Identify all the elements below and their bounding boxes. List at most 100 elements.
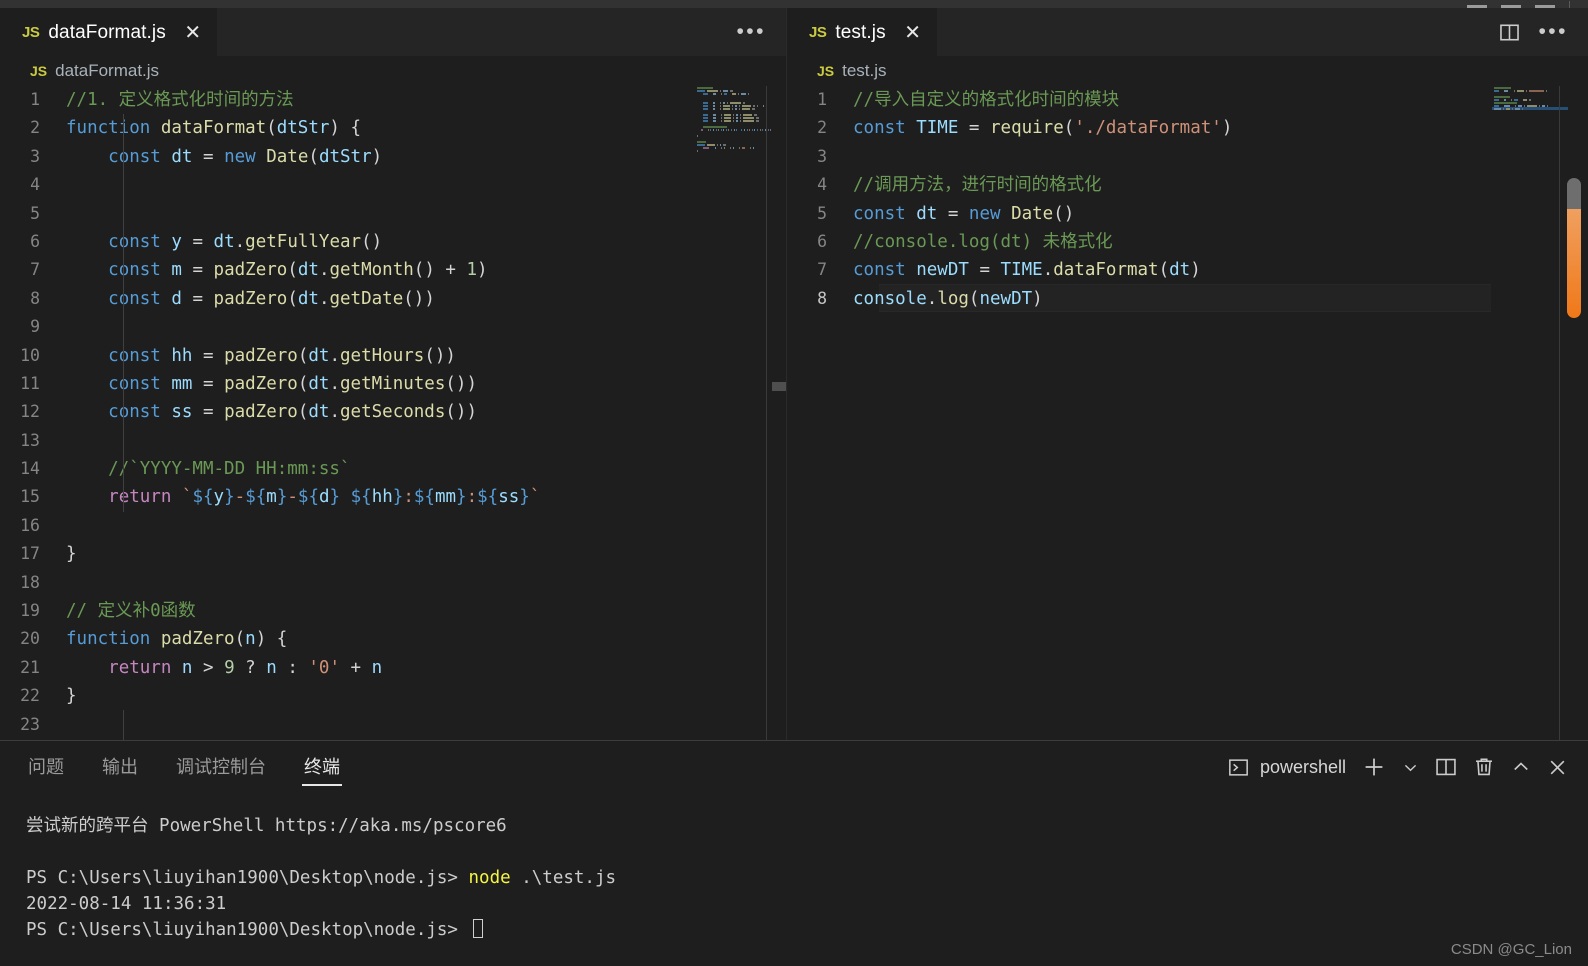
line-number: 3 [30,146,40,166]
code-line: 8 console.log(newDT) [787,285,1232,313]
panel-tab-terminal[interactable]: 终端 [302,749,342,786]
tab-dataformat-js[interactable]: JS dataFormat.js ✕ [0,8,217,56]
code-line: 16 [0,512,540,540]
code-line: 9 [0,313,540,341]
editor-scrollbar-right[interactable] [1567,86,1581,740]
line-number: 21 [20,657,40,677]
code-text: const dt = new Date(dtStr) [108,146,383,167]
breadcrumb-left[interactable]: JS dataFormat.js [0,56,786,86]
line-number: 6 [30,231,40,251]
code-line: 7 const newDT = TIME.dataFormat(dt) [787,256,1232,284]
code-text: } [66,686,77,707]
line-number: 8 [30,288,40,308]
line-number: 13 [20,430,40,450]
code-text: const y = dt.getFullYear() [108,231,383,252]
code-line: 19 // 定义补0函数 [0,597,540,625]
code-line: 8 const d = padZero(dt.getDate()) [0,285,540,313]
line-number: 16 [20,515,40,535]
code-viewport-right[interactable]: 1 //导入自定义的格式化时间的模块 2 const TIME = require('… [787,86,1588,740]
line-number: 8 [817,288,827,308]
close-icon[interactable] [1547,757,1568,778]
chevron-up-icon[interactable] [1511,757,1531,777]
terminal-line: 尝试新的跨平台 PowerShell https://aka.ms/pscore… [26,816,507,836]
code-line: 5 [0,200,540,228]
code-text: function padZero(n) { [66,629,288,650]
code-text: const newDT = TIME.dataFormat(dt) [853,260,1201,281]
panel-tab-output[interactable]: 输出 [100,749,140,786]
window-controls [1467,0,1570,8]
code-text: //1. 定义格式化时间的方法 [66,90,294,110]
terminal-line: 2022-08-14 11:36:31 [26,894,227,914]
code-line: 4 [0,171,540,199]
terminal-line: PS C:\Users\liuyihan1900\Desktop\node.js… [26,917,1588,943]
minimap-border-left [766,86,767,740]
code-line: 14 //`YYYY-MM-DD HH:mm:ss` [0,455,540,483]
line-number: 6 [817,231,827,251]
line-number: 9 [30,317,40,337]
code-line: 10 const hh = padZero(dt.getHours()) [0,342,540,370]
ellipsis-icon[interactable]: ••• [736,21,766,41]
minimap-line [695,152,771,155]
minimap-border-right [1559,86,1560,740]
line-number: 20 [20,629,40,649]
code-line: 1 //导入自定义的格式化时间的模块 [787,86,1232,114]
line-number: 14 [20,459,40,479]
split-editor-icon[interactable] [1499,22,1520,43]
code-line: 18 [0,569,540,597]
code-viewport-left[interactable]: 1 //1. 定义格式化时间的方法 2 function dataFormat(dtS… [0,86,786,740]
editor-scrollbar-left[interactable] [772,86,786,740]
code-line: 1 //1. 定义格式化时间的方法 [0,86,540,114]
close-icon[interactable]: ✕ [183,23,203,43]
panel-tabs: 问题 输出 调试控制台 终端 [26,749,342,786]
code-text: //调用方法，进行时间的格式化 [853,175,1102,196]
code-text: // 定义补0函数 [66,601,196,622]
scrollbar-thumb[interactable] [772,382,786,391]
code-line: 12 const ss = padZero(dt.getSeconds()) [0,398,540,426]
trash-icon[interactable] [1473,756,1495,778]
editor-group-right: JS test.js ✕ ••• JS test.js 1 //导入自定义的格式… [787,8,1588,740]
line-number: 23 [20,714,40,734]
code-content-left: 1 //1. 定义格式化时间的方法 2 function dataFormat(dtS… [0,86,540,739]
breadcrumb-label: dataFormat.js [55,61,160,80]
line-number: 4 [817,175,827,195]
code-text: const mm = padZero(dt.getMinutes()) [108,373,477,394]
terminal-selector[interactable]: powershell [1228,757,1346,778]
code-line: 13 [0,427,540,455]
tab-test-js[interactable]: JS test.js ✕ [787,8,937,56]
code-text: //`YYYY-MM-DD HH:mm:ss` [66,459,351,480]
line-number: 3 [817,146,827,166]
panel-tab-debug-console[interactable]: 调试控制台 [174,749,268,786]
code-line: 4 //调用方法，进行时间的格式化 [787,171,1232,199]
terminal-output[interactable]: 尝试新的跨平台 PowerShell https://aka.ms/pscore… [0,793,1588,943]
tab-label: test.js [835,21,886,43]
code-line: 17} [0,540,540,568]
code-line: 21 return n > 9 ? n : '0' + n [0,654,540,682]
minimap-left[interactable] [695,86,771,740]
window-controls-divider [1569,1,1570,8]
code-text: console.log(newDT) [853,288,1043,309]
code-line: 5 const dt = new Date() [787,200,1232,228]
close-icon[interactable]: ✕ [903,23,923,43]
code-text: const dt = new Date() [853,203,1075,224]
panel-tab-problems[interactable]: 问题 [26,749,66,786]
tab-actions-right: ••• [1499,8,1588,56]
indent-guide [123,114,124,512]
minimap-right[interactable] [1492,86,1568,740]
ellipsis-icon[interactable]: ••• [1538,21,1568,41]
terminal-icon [1228,757,1249,778]
breadcrumb-right[interactable]: JS test.js [787,56,1588,86]
line-number: 7 [30,260,40,280]
line-number: 11 [20,373,40,393]
panel-header: 问题 输出 调试控制台 终端 powershell [0,741,1588,793]
line-number: 5 [817,203,827,223]
plus-icon[interactable] [1362,755,1386,779]
line-number: 18 [20,572,40,592]
code-line: 11 const mm = padZero(dt.getMinutes()) [0,370,540,398]
code-text: function dataFormat(dtStr) { [66,118,362,139]
split-terminal-icon[interactable] [1435,756,1457,778]
chevron-down-icon[interactable] [1402,759,1419,776]
bottom-panel: 问题 输出 调试控制台 终端 powershell 尝试新的跨平台 PowerS… [0,740,1588,966]
code-text: const d = padZero(dt.getDate()) [108,288,435,309]
code-text: } [66,544,77,565]
